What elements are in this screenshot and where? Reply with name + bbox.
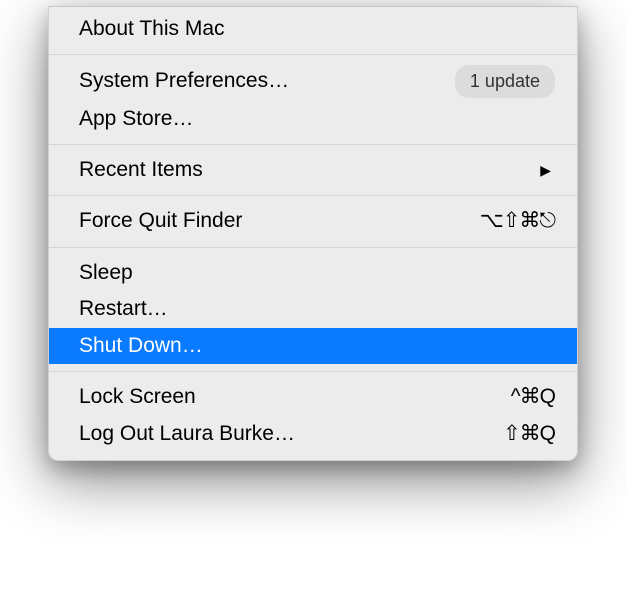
restart-item[interactable]: Restart… — [49, 291, 577, 327]
force-quit-item[interactable]: Force Quit Finder ⌥⇧⌘⎋ — [49, 203, 577, 239]
menu-separator — [49, 247, 577, 248]
menu-label: System Preferences… — [79, 66, 289, 96]
menu-label: Lock Screen — [79, 382, 196, 412]
system-preferences-item[interactable]: System Preferences… 1 update — [49, 62, 577, 100]
about-this-mac-item[interactable]: About This Mac — [49, 11, 577, 47]
menu-label: Sleep — [79, 258, 133, 288]
menu-separator — [49, 195, 577, 196]
sleep-item[interactable]: Sleep — [49, 255, 577, 291]
submenu-arrow-icon: ▶ — [540, 160, 551, 180]
shut-down-item[interactable]: Shut Down… — [49, 328, 577, 364]
apple-menu: About This Mac System Preferences… 1 upd… — [48, 6, 578, 461]
menu-separator — [49, 144, 577, 145]
menu-label: Force Quit Finder — [79, 206, 242, 236]
shortcut-label: ⌥⇧⌘⎋ — [480, 206, 555, 236]
log-out-item[interactable]: Log Out Laura Burke… ⇧⌘Q — [49, 416, 577, 452]
menu-label: Log Out Laura Burke… — [79, 419, 295, 449]
menu-label: App Store… — [79, 104, 193, 134]
shortcut-label: ^⌘Q — [511, 382, 555, 412]
menu-label: Recent Items — [79, 155, 203, 185]
lock-screen-item[interactable]: Lock Screen ^⌘Q — [49, 379, 577, 415]
menu-separator — [49, 371, 577, 372]
menu-separator — [49, 54, 577, 55]
recent-items-item[interactable]: Recent Items ▶ — [49, 152, 577, 188]
menu-label: About This Mac — [79, 14, 225, 44]
shortcut-label: ⇧⌘Q — [503, 419, 555, 449]
menu-label: Shut Down… — [79, 331, 203, 361]
menu-label: Restart… — [79, 294, 168, 324]
update-badge: 1 update — [455, 65, 555, 97]
app-store-item[interactable]: App Store… — [49, 101, 577, 137]
